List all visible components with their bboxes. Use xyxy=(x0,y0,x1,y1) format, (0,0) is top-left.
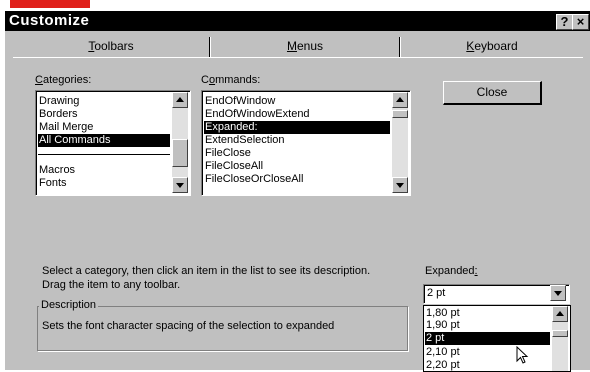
scroll-down-button[interactable] xyxy=(172,177,188,193)
categories-listbox[interactable]: Drawing Borders Mail Merge All Commands … xyxy=(35,90,191,196)
list-item[interactable]: FileCloseAll xyxy=(204,160,263,173)
list-separator xyxy=(38,154,170,155)
help-text-line1: Select a category, then click an item in… xyxy=(42,265,371,277)
scroll-up-button[interactable] xyxy=(552,306,568,322)
commands-scrollbar[interactable] xyxy=(392,92,408,193)
list-item-selected[interactable]: 2 pt xyxy=(425,332,550,345)
expanded-label-text: Expanded xyxy=(425,265,475,277)
arrow-up-icon xyxy=(176,97,184,102)
window-title: Customize xyxy=(9,12,90,29)
list-item[interactable]: Drawing xyxy=(38,95,79,108)
scroll-thumb[interactable] xyxy=(392,110,408,118)
scroll-up-button[interactable] xyxy=(392,92,408,108)
list-item[interactable]: FileClose xyxy=(204,147,251,160)
list-item[interactable]: 1,90 pt xyxy=(425,319,460,332)
categories-label: Categories: xyxy=(35,74,91,86)
categories-label-text: ategories: xyxy=(42,74,92,86)
chevron-down-icon xyxy=(554,291,562,296)
list-item[interactable]: Macros xyxy=(38,164,75,177)
tab-keyboard[interactable]: Keyboard xyxy=(401,35,583,57)
help-button[interactable]: ? xyxy=(556,14,573,30)
tab-strip: Toolbars Menus Keyboard xyxy=(13,35,583,58)
tab-toolbars-label: oolbars xyxy=(94,39,134,53)
tab-separator xyxy=(399,37,401,57)
description-legend: Description xyxy=(39,299,99,311)
commands-label-pre: C xyxy=(201,74,209,86)
list-item[interactable]: EndOfWindow xyxy=(204,95,275,108)
list-item[interactable]: Borders xyxy=(38,108,78,121)
commands-label: Commands: xyxy=(201,74,260,86)
customize-dialog: Customize ? × Toolbars Menus Keyboard Ca… xyxy=(4,10,590,372)
title-bar: Customize ? × xyxy=(5,11,590,31)
list-item[interactable]: 2,10 pt xyxy=(425,346,460,359)
scroll-down-button[interactable] xyxy=(392,177,408,193)
mouse-pointer-icon xyxy=(516,346,529,364)
expanded-label-accel: : xyxy=(474,265,478,277)
commands-listbox[interactable]: EndOfWindow EndOfWindowExtend Expanded: … xyxy=(201,90,411,196)
dropdown-button[interactable] xyxy=(550,285,566,301)
categories-scrollbar[interactable] xyxy=(172,92,188,193)
list-item-selected[interactable]: Expanded: xyxy=(204,121,390,134)
dropdown-scrollbar[interactable] xyxy=(552,306,568,371)
scroll-thumb[interactable] xyxy=(552,330,568,337)
list-item[interactable]: EndOfWindowExtend xyxy=(204,108,310,121)
scroll-up-button[interactable] xyxy=(172,92,188,108)
tab-menus[interactable]: Menus xyxy=(211,35,399,57)
tab-separator xyxy=(209,37,211,57)
close-window-button[interactable]: × xyxy=(572,14,589,30)
arrow-down-icon xyxy=(176,183,184,188)
list-item[interactable]: FileCloseOrCloseAll xyxy=(204,173,303,186)
tab-menus-label: enus xyxy=(296,39,324,53)
list-item-selected[interactable]: All Commands xyxy=(38,134,170,147)
categories-label-accel: C xyxy=(35,74,43,86)
list-item[interactable]: Mail Merge xyxy=(38,121,93,134)
expanded-combobox[interactable]: 2 pt xyxy=(423,284,570,304)
close-button[interactable]: Close xyxy=(443,81,542,105)
expanded-value: 2 pt xyxy=(427,287,446,299)
commands-label-text: mmands: xyxy=(215,74,261,86)
help-text-line2: Drag the item to any toolbar. xyxy=(42,279,181,291)
tab-keyboard-label: eyboard xyxy=(474,39,518,53)
scroll-thumb[interactable] xyxy=(172,139,188,167)
top-red-marker xyxy=(10,0,90,8)
expanded-dropdown-list[interactable]: 1,80 pt 1,90 pt 2 pt 2,10 pt 2,20 pt xyxy=(423,305,571,372)
list-item[interactable]: ExtendSelection xyxy=(204,134,285,147)
arrow-up-icon xyxy=(396,97,404,102)
arrow-up-icon xyxy=(556,311,564,316)
list-item[interactable]: Fonts xyxy=(38,177,67,190)
expanded-label: Expanded: xyxy=(425,265,478,277)
description-text: Sets the font character spacing of the s… xyxy=(42,320,335,332)
arrow-down-icon xyxy=(396,183,404,188)
tab-toolbars[interactable]: Toolbars xyxy=(13,35,209,57)
list-item[interactable]: 2,20 pt xyxy=(425,359,460,371)
tab-menus-accel: M xyxy=(286,39,297,53)
